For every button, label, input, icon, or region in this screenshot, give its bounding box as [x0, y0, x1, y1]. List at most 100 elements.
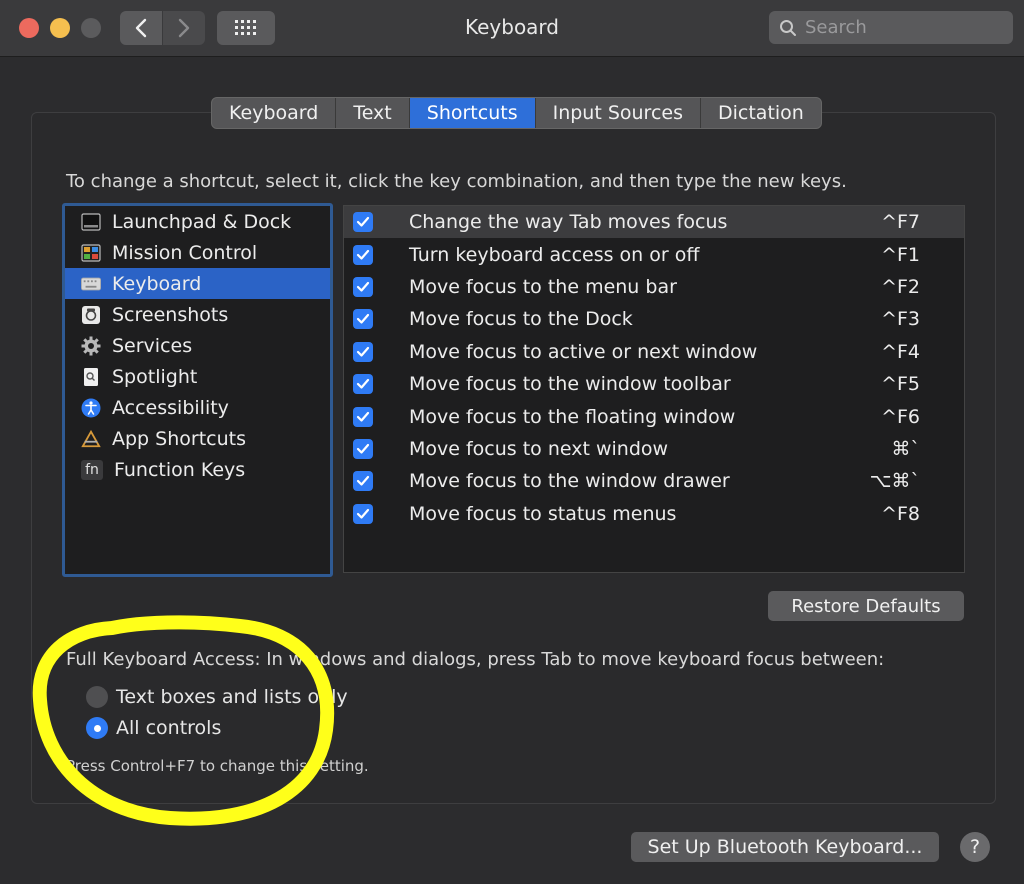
radio-button[interactable]	[86, 717, 108, 739]
tab-bar: Keyboard Text Shortcuts Input Sources Di…	[211, 97, 822, 129]
shortcut-category-list[interactable]: Launchpad & Dock Mission Control Keyboar…	[62, 203, 333, 577]
enabled-checkbox[interactable]	[353, 244, 373, 265]
shortcut-label: Move focus to active or next window	[409, 340, 758, 363]
screenshot-icon	[81, 305, 101, 325]
shortcut-label: Move focus to the window drawer	[409, 470, 730, 493]
table-row[interactable]: Turn keyboard access on or off ^F1	[344, 238, 964, 270]
checkmark-icon	[356, 217, 370, 227]
shortcut-label: Turn keyboard access on or off	[409, 243, 700, 266]
tab-text[interactable]: Text	[336, 98, 410, 128]
checkmark-icon	[356, 249, 370, 260]
sidebar-item-app-shortcuts[interactable]: App Shortcuts	[65, 423, 330, 454]
fn-glyph: fn	[85, 461, 99, 478]
shortcut-label: Move focus to the Dock	[409, 308, 633, 331]
sidebar-item-label: Keyboard	[112, 272, 202, 295]
tab-input-sources[interactable]: Input Sources	[536, 98, 701, 128]
sidebar-item-mission-control[interactable]: Mission Control	[65, 237, 330, 268]
enabled-checkbox[interactable]	[353, 276, 373, 297]
shortcut-key[interactable]: ^F6	[881, 406, 920, 428]
tab-shortcuts[interactable]: Shortcuts	[409, 98, 536, 128]
sidebar-item-label: Function Keys	[114, 458, 246, 481]
shortcut-key[interactable]: ^F3	[881, 308, 920, 330]
launchpad-dock-icon	[81, 212, 101, 232]
enabled-checkbox[interactable]	[353, 212, 373, 233]
sidebar-item-launchpad-dock[interactable]: Launchpad & Dock	[65, 206, 330, 237]
radio-button[interactable]	[86, 686, 108, 708]
shortcut-label: Move focus to the floating window	[409, 405, 736, 428]
tab-dictation[interactable]: Dictation	[701, 98, 821, 128]
radio-label: All controls	[116, 717, 222, 739]
shortcut-key[interactable]: ^F8	[881, 503, 920, 525]
sidebar-item-label: Spotlight	[112, 365, 198, 388]
shortcut-key[interactable]: ^F5	[881, 373, 920, 395]
table-row[interactable]: Move focus to the menu bar ^F2	[344, 271, 964, 303]
enabled-checkbox[interactable]	[353, 438, 373, 459]
shortcut-key[interactable]: ^F2	[881, 276, 920, 298]
shortcut-key[interactable]: ⌥⌘`	[870, 470, 920, 492]
sidebar-item-services[interactable]: Services	[65, 330, 330, 361]
keyboard-icon	[81, 274, 101, 294]
shortcut-label: Move focus to next window	[409, 437, 669, 460]
title-bar: Keyboard Search	[0, 0, 1024, 57]
function-keys-icon: fn	[81, 459, 103, 480]
shortcut-label: Change the way Tab moves focus	[409, 211, 728, 234]
accessibility-icon	[81, 398, 101, 418]
shortcuts-table[interactable]: Change the way Tab moves focus ^F7 Turn …	[343, 205, 965, 573]
shortcut-key[interactable]: ^F1	[881, 244, 920, 266]
restore-defaults-button[interactable]: Restore Defaults	[768, 591, 964, 621]
sidebar-item-label: Mission Control	[112, 241, 258, 264]
checkmark-icon	[356, 281, 370, 292]
sidebar-item-spotlight[interactable]: Spotlight	[65, 361, 330, 392]
checkmark-icon	[356, 443, 370, 454]
instructions-text: To change a shortcut, select it, click t…	[66, 171, 847, 192]
sidebar-item-accessibility[interactable]: Accessibility	[65, 392, 330, 423]
enabled-checkbox[interactable]	[353, 309, 373, 330]
checkmark-icon	[356, 379, 370, 389]
sidebar-item-function-keys[interactable]: fn Function Keys	[65, 454, 330, 485]
shortcut-label: Move focus to the menu bar	[409, 275, 677, 298]
search-icon	[780, 19, 796, 36]
full-keyboard-access-hint: Press Control+F7 to change this setting.	[66, 757, 369, 775]
spotlight-icon	[81, 367, 101, 387]
shortcut-key[interactable]: ⌘`	[892, 438, 921, 460]
enabled-checkbox[interactable]	[353, 341, 373, 362]
checkmark-icon	[356, 314, 370, 324]
full-keyboard-access-label: Full Keyboard Access: In windows and dia…	[66, 649, 885, 670]
enabled-checkbox[interactable]	[353, 503, 373, 524]
radio-label: Text boxes and lists only	[116, 686, 348, 708]
search-field[interactable]: Search	[769, 11, 1013, 44]
table-row[interactable]: Move focus to the window toolbar ^F5	[344, 368, 964, 400]
app-shortcuts-icon	[81, 429, 101, 449]
sidebar-item-screenshots[interactable]: Screenshots	[65, 299, 330, 330]
shortcut-label: Move focus to status menus	[409, 502, 677, 525]
shortcut-key[interactable]: ^F4	[881, 341, 920, 363]
table-row[interactable]: Move focus to active or next window ^F4	[344, 336, 964, 368]
table-row[interactable]: Move focus to the window drawer ⌥⌘`	[344, 465, 964, 497]
set-up-bluetooth-keyboard-button[interactable]: Set Up Bluetooth Keyboard...	[631, 832, 939, 862]
tab-keyboard[interactable]: Keyboard	[212, 98, 337, 128]
table-row[interactable]: Move focus to next window ⌘`	[344, 433, 964, 465]
radio-all-controls[interactable]: All controls	[86, 717, 221, 739]
radio-text-boxes-only[interactable]: Text boxes and lists only	[86, 686, 348, 708]
search-placeholder: Search	[805, 17, 867, 38]
sidebar-item-label: App Shortcuts	[112, 427, 246, 450]
mission-control-icon	[81, 243, 101, 263]
checkmark-icon	[356, 508, 370, 519]
enabled-checkbox[interactable]	[353, 406, 373, 427]
sidebar-item-label: Services	[112, 334, 193, 357]
shortcut-key[interactable]: ^F7	[881, 211, 920, 233]
checkmark-icon	[356, 411, 370, 422]
enabled-checkbox[interactable]	[353, 374, 373, 395]
sidebar-item-keyboard[interactable]: Keyboard	[65, 268, 330, 299]
checkmark-icon	[356, 346, 370, 357]
enabled-checkbox[interactable]	[353, 471, 373, 492]
table-row[interactable]: Move focus to the floating window ^F6	[344, 400, 964, 432]
checkmark-icon	[356, 476, 370, 486]
gear-icon	[81, 336, 101, 356]
table-row[interactable]: Move focus to status menus ^F8	[344, 498, 964, 530]
table-row[interactable]: Move focus to the Dock ^F3	[344, 303, 964, 335]
sidebar-item-label: Screenshots	[112, 303, 229, 326]
table-row[interactable]: Change the way Tab moves focus ^F7	[344, 206, 964, 239]
sidebar-item-label: Launchpad & Dock	[112, 210, 292, 233]
help-button[interactable]: ?	[960, 832, 990, 862]
